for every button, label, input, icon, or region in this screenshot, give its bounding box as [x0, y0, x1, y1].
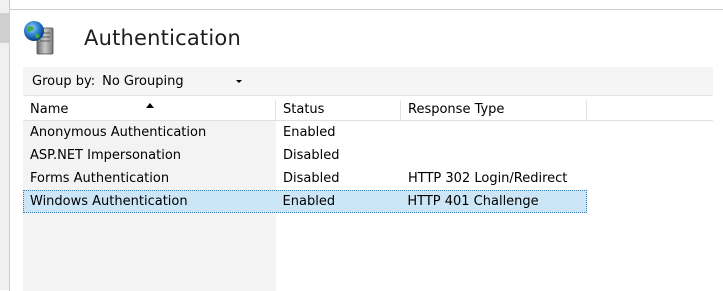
sort-ascending-icon	[146, 103, 154, 108]
row-response-type	[401, 144, 587, 167]
left-panel-scroll-thumb[interactable]	[0, 13, 9, 43]
row-response-type	[401, 121, 587, 144]
column-header-response-label: Response Type	[408, 102, 505, 117]
row-status: Disabled	[283, 148, 340, 163]
group-by-bar: Group by: No Grouping	[23, 67, 713, 96]
column-header-status-label: Status	[283, 102, 325, 117]
table-row[interactable]: Forms Authentication Disabled HTTP 302 L…	[23, 167, 713, 190]
row-response-type: HTTP 401 Challenge	[407, 194, 539, 209]
column-header-empty[interactable]	[587, 100, 713, 120]
group-by-value: No Grouping	[102, 73, 184, 89]
row-name: Windows Authentication	[30, 194, 188, 209]
chevron-down-icon[interactable]	[236, 79, 243, 83]
group-by-label: Group by:	[32, 73, 96, 89]
table-body: Anonymous Authentication Enabled ASP.NET…	[23, 121, 713, 291]
page-title: Authentication	[84, 26, 241, 50]
column-header-status[interactable]: Status	[276, 100, 401, 120]
authentication-table: Name Status Response Type Anonymous Auth…	[23, 100, 713, 291]
page-header: Authentication	[22, 18, 241, 58]
row-response-type: HTTP 302 Login/Redirect	[408, 171, 568, 186]
column-header-name[interactable]: Name	[23, 100, 276, 120]
column-header-response-type[interactable]: Response Type	[401, 100, 587, 120]
row-name: Anonymous Authentication	[30, 125, 207, 140]
row-status: Enabled	[283, 125, 336, 140]
authentication-icon	[22, 20, 58, 56]
row-name: ASP.NET Impersonation	[30, 148, 182, 163]
table-row[interactable]: ASP.NET Impersonation Disabled	[23, 144, 713, 167]
column-header-name-label: Name	[30, 102, 69, 117]
table-header: Name Status Response Type	[23, 100, 713, 121]
row-status: Enabled	[282, 194, 336, 209]
table-row[interactable]: Anonymous Authentication Enabled	[23, 121, 713, 144]
group-by-dropdown[interactable]: No Grouping	[102, 71, 248, 91]
table-row-selected[interactable]: Windows Authentication Enabled HTTP 401 …	[23, 190, 587, 213]
row-name: Forms Authentication	[30, 171, 170, 186]
row-status: Disabled	[283, 171, 340, 186]
